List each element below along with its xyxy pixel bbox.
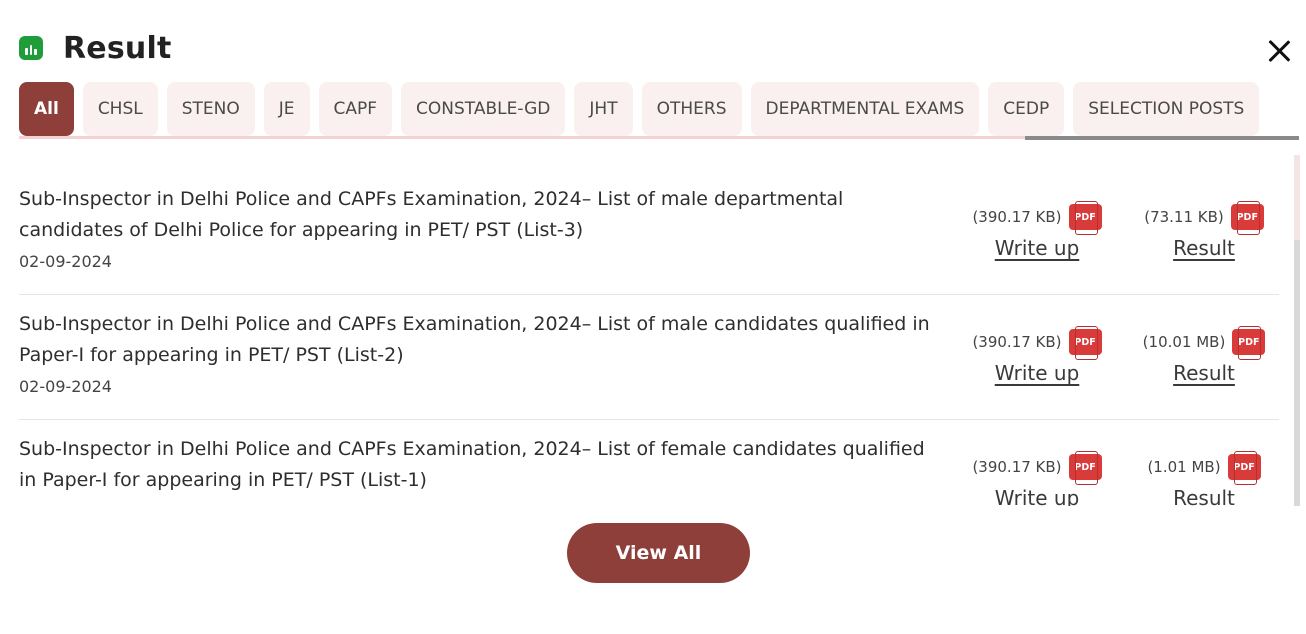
tab-chsl[interactable]: CHSL bbox=[82, 82, 158, 136]
result-date: 02-09-2024 bbox=[19, 377, 112, 396]
list-item: Sub-Inspector in Delhi Police and CAPFs … bbox=[19, 295, 1279, 420]
tab-je[interactable]: JE bbox=[263, 82, 310, 136]
writeup-link[interactable]: Write up bbox=[995, 361, 1080, 385]
writeup-download: (390.17 KB) PDF Write up bbox=[964, 201, 1110, 260]
tab-others[interactable]: OTHERS bbox=[641, 82, 742, 136]
writeup-download: (390.17 KB) PDF Write up bbox=[964, 326, 1110, 385]
view-all-button[interactable]: View All bbox=[567, 523, 750, 583]
result-download: (10.01 MB) PDF Result bbox=[1131, 326, 1277, 385]
close-icon[interactable] bbox=[1266, 38, 1292, 64]
pdf-icon[interactable]: PDF bbox=[1227, 451, 1261, 485]
result-link[interactable]: Result bbox=[1173, 486, 1235, 506]
result-download: (73.11 KB) PDF Result bbox=[1131, 201, 1277, 260]
result-date: 02-09-2024 bbox=[19, 252, 112, 271]
writeup-link[interactable]: Write up bbox=[995, 486, 1080, 506]
page-title: Result bbox=[63, 30, 172, 66]
result-link[interactable]: Result bbox=[1173, 236, 1235, 260]
tab-steno[interactable]: STENO bbox=[166, 82, 255, 136]
file-size: (73.11 KB) bbox=[1144, 208, 1224, 226]
file-size: (390.17 KB) bbox=[972, 208, 1062, 226]
category-tabs: All CHSL STENO JE CAPF CONSTABLE-GD JHT … bbox=[19, 82, 1306, 136]
tab-selection-posts[interactable]: SELECTION POSTS bbox=[1073, 82, 1260, 136]
list-item: Sub-Inspector in Delhi Police and CAPFs … bbox=[19, 170, 1279, 295]
list-scrollbar-thumb[interactable] bbox=[1294, 240, 1300, 506]
tab-constable-gd[interactable]: CONSTABLE-GD bbox=[401, 82, 566, 136]
result-title: Sub-Inspector in Delhi Police and CAPFs … bbox=[19, 313, 930, 366]
tabs-underline bbox=[19, 136, 1025, 139]
result-title: Sub-Inspector in Delhi Police and CAPFs … bbox=[19, 438, 925, 491]
list-item: Sub-Inspector in Delhi Police and CAPFs … bbox=[19, 420, 1279, 506]
writeup-link[interactable]: Write up bbox=[995, 236, 1080, 260]
tab-all[interactable]: All bbox=[19, 82, 74, 136]
writeup-download: (390.17 KB) PDF Write up bbox=[964, 451, 1110, 506]
pdf-icon[interactable]: PDF bbox=[1068, 201, 1102, 235]
pdf-icon[interactable]: PDF bbox=[1232, 326, 1266, 360]
result-link[interactable]: Result bbox=[1173, 361, 1235, 385]
pdf-icon[interactable]: PDF bbox=[1230, 201, 1264, 235]
bar-chart-icon bbox=[19, 36, 43, 60]
pdf-icon[interactable]: PDF bbox=[1068, 326, 1102, 360]
tab-jht[interactable]: JHT bbox=[574, 82, 633, 136]
modal-header: Result bbox=[19, 28, 172, 68]
tabs-scrollbar[interactable] bbox=[1025, 136, 1299, 140]
result-download: (1.01 MB) PDF Result bbox=[1131, 451, 1277, 506]
result-list: Sub-Inspector in Delhi Police and CAPFs … bbox=[19, 170, 1279, 506]
tab-departmental-exams[interactable]: DEPARTMENTAL EXAMS bbox=[750, 82, 980, 136]
pdf-icon[interactable]: PDF bbox=[1068, 451, 1102, 485]
tab-capf[interactable]: CAPF bbox=[318, 82, 393, 136]
file-size: (390.17 KB) bbox=[972, 458, 1062, 476]
file-size: (10.01 MB) bbox=[1142, 333, 1226, 351]
result-title: Sub-Inspector in Delhi Police and CAPFs … bbox=[19, 188, 844, 241]
tab-cedp[interactable]: CEDP bbox=[988, 82, 1065, 136]
file-size: (390.17 KB) bbox=[972, 333, 1062, 351]
file-size: (1.01 MB) bbox=[1147, 458, 1221, 476]
